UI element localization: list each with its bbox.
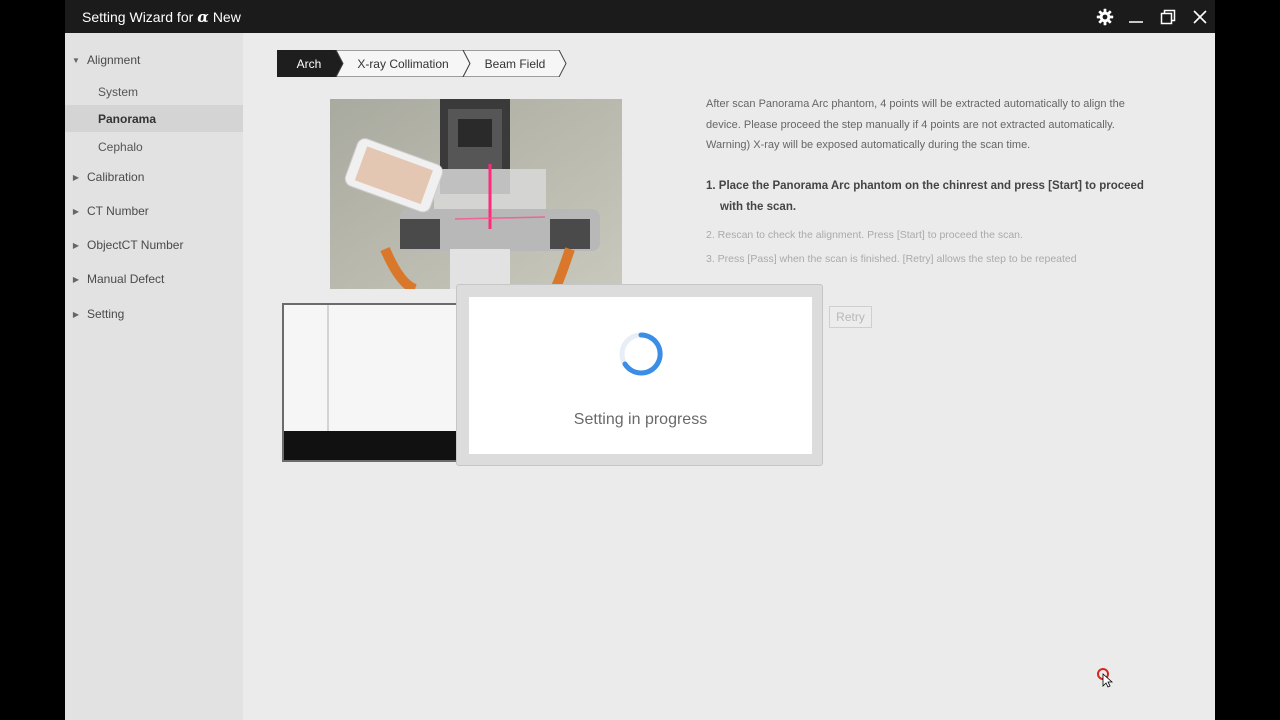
sidebar-group-ct-number[interactable]: ▶ CT Number (65, 198, 243, 224)
sidebar-item-cephalo[interactable]: Cephalo (65, 133, 243, 160)
retry-button[interactable]: Retry (829, 306, 872, 328)
sidebar-item-label: Cephalo (98, 139, 143, 154)
title-bar: Setting Wizard for α New (65, 0, 1215, 33)
tab-label: Arch (296, 56, 322, 71)
step-1-label: 1. Place the Panorama Arc phantom on the… (706, 180, 1144, 213)
close-icon[interactable] (1189, 6, 1211, 28)
step-3-text: 3. Press [Pass] when the scan is finishe… (706, 253, 1077, 265)
sidebar-group-label: Manual Defect (87, 272, 165, 286)
instruction-text: After scan Panorama Arc phantom, 4 point… (706, 94, 1156, 156)
caret-down-icon: ▼ (72, 55, 80, 65)
instruction-warning: Warning) X-ray will be exposed automatic… (706, 139, 1031, 151)
sidebar-group-manual-defect[interactable]: ▶ Manual Defect (65, 266, 243, 292)
mouse-cursor-icon (1097, 668, 1114, 693)
sidebar-nav: ▼ Alignment System Panorama Cephalo ▶ Ca… (65, 33, 243, 720)
progress-dialog-body: Setting in progress (469, 297, 812, 454)
brand-alpha-logo: α (197, 8, 209, 26)
sidebar-group-calibration[interactable]: ▶ Calibration (65, 164, 243, 190)
instruction-intro: After scan Panorama Arc phantom, 4 point… (706, 98, 1125, 131)
caret-right-icon: ▶ (72, 309, 80, 319)
sidebar-group-label: Calibration (87, 170, 145, 184)
loading-spinner-icon (618, 331, 664, 377)
step-1-text: 1. Place the Panorama Arc phantom on the… (706, 176, 1156, 217)
sidebar-item-label: System (98, 84, 139, 99)
window-title-prefix: Setting Wizard for (82, 9, 194, 25)
caret-right-icon: ▶ (72, 206, 80, 216)
minimize-icon[interactable] (1125, 6, 1147, 28)
tab-x-ray-collimation[interactable]: X-ray Collimation (339, 50, 467, 77)
device-photo (330, 99, 622, 289)
window-title-suffix: New (212, 9, 241, 25)
sidebar-group-alignment[interactable]: ▼ Alignment (65, 47, 243, 73)
tab-arch[interactable]: Arch (277, 50, 341, 77)
sidebar-group-objectct-number[interactable]: ▶ ObjectCT Number (65, 232, 243, 258)
sidebar-item-system[interactable]: System (65, 78, 243, 105)
progress-dialog: Setting in progress (456, 284, 823, 466)
tab-beam-field[interactable]: Beam Field (467, 50, 563, 77)
gear-icon[interactable] (1094, 6, 1116, 28)
sidebar-item-panorama[interactable]: Panorama (65, 105, 243, 132)
window-title: Setting Wizard for α New (82, 8, 241, 26)
caret-right-icon: ▶ (72, 172, 80, 182)
restore-icon[interactable] (1157, 6, 1179, 28)
sidebar-group-label: ObjectCT Number (87, 238, 184, 252)
tab-label: Beam Field (484, 56, 546, 71)
sidebar-group-label: Setting (87, 307, 125, 321)
sidebar-group-label: Alignment (87, 53, 141, 67)
step-2-text: 2. Rescan to check the alignment. Press … (706, 229, 1023, 241)
caret-right-icon: ▶ (72, 240, 80, 250)
sidebar-group-label: CT Number (87, 204, 149, 218)
sidebar-group-setting[interactable]: ▶ Setting (65, 301, 243, 327)
tab-label: X-ray Collimation (357, 56, 449, 71)
caret-right-icon: ▶ (72, 274, 80, 284)
sidebar-item-label: Panorama (98, 111, 157, 126)
scan-preview (282, 303, 458, 462)
progress-message: Setting in progress (573, 411, 708, 428)
